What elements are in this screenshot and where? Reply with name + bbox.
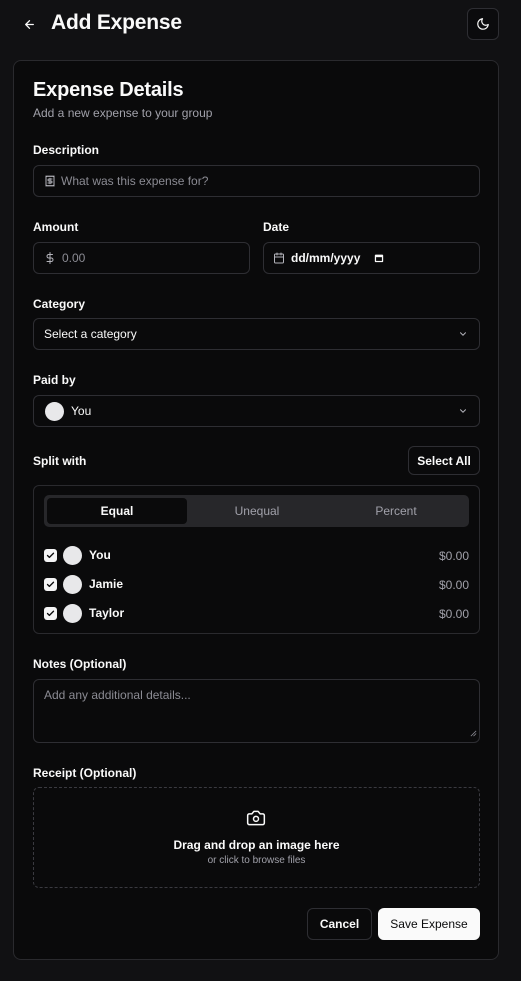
checkbox-you[interactable] xyxy=(44,549,57,562)
check-icon xyxy=(46,610,55,617)
chevron-down-icon xyxy=(458,406,468,416)
avatar xyxy=(63,546,82,565)
camera-icon xyxy=(245,808,267,833)
checkbox-jamie[interactable] xyxy=(44,578,57,591)
card-title: Expense Details xyxy=(33,79,184,101)
tab-percent[interactable]: Percent xyxy=(326,498,466,524)
expense-details-card: Expense Details Add a new expense to you… xyxy=(13,60,499,960)
save-expense-button[interactable]: Save Expense xyxy=(378,908,480,940)
split-tabs: Equal Unequal Percent xyxy=(44,495,469,527)
avatar xyxy=(45,401,64,421)
page-header: Add Expense xyxy=(0,0,521,48)
calendar-icon xyxy=(273,252,285,264)
receipt-label: Receipt (Optional) xyxy=(33,766,137,780)
person-name: Jamie xyxy=(89,577,124,591)
notes-label: Notes (Optional) xyxy=(33,657,127,671)
category-select[interactable]: Select a category xyxy=(33,318,480,350)
person-name: Taylor xyxy=(89,606,125,620)
category-value: Select a category xyxy=(44,327,137,341)
split-panel: Equal Unequal Percent You $0.00 Jamie $0… xyxy=(33,485,480,634)
arrow-left-icon xyxy=(24,19,34,29)
receipt-icon xyxy=(44,175,56,187)
description-input[interactable]: What was this expense for? xyxy=(33,165,480,197)
back-button[interactable] xyxy=(18,13,40,35)
dropzone-title: Drag and drop an image here xyxy=(173,838,340,852)
person-name: You xyxy=(89,548,111,562)
person-amount: $0.00 xyxy=(438,549,469,563)
list-item: Jamie $0.00 xyxy=(44,575,469,595)
card-subtitle: Add a new expense to your group xyxy=(33,106,213,120)
dollar-icon xyxy=(44,252,56,264)
amount-label: Amount xyxy=(33,220,79,234)
amount-placeholder: 0.00 xyxy=(62,251,86,265)
description-placeholder: What was this expense for? xyxy=(61,174,209,188)
moon-icon xyxy=(477,18,489,30)
theme-toggle-button[interactable] xyxy=(467,8,499,40)
notes-placeholder: Add any additional details... xyxy=(44,688,191,702)
receipt-dropzone[interactable]: Drag and drop an image here or click to … xyxy=(33,787,480,888)
check-icon xyxy=(46,552,55,559)
category-label: Category xyxy=(33,297,86,311)
date-label: Date xyxy=(263,220,290,234)
list-item: You $0.00 xyxy=(44,546,469,566)
select-all-button[interactable]: Select All xyxy=(408,446,480,475)
list-item: Taylor $0.00 xyxy=(44,604,469,624)
cancel-button[interactable]: Cancel xyxy=(307,908,372,940)
tab-equal[interactable]: Equal xyxy=(47,498,187,524)
notes-textarea[interactable]: Add any additional details... xyxy=(33,679,480,743)
dropzone-subtitle: or click to browse files xyxy=(207,855,306,866)
paid-by-select[interactable]: You xyxy=(33,395,480,427)
checkbox-taylor[interactable] xyxy=(44,607,57,620)
avatar xyxy=(63,604,82,623)
person-amount: $0.00 xyxy=(438,578,469,592)
avatar xyxy=(63,575,82,594)
tab-unequal[interactable]: Unequal xyxy=(187,498,327,524)
date-placeholder: dd/mm/yyyy xyxy=(291,251,361,265)
chevron-down-icon xyxy=(458,329,468,339)
resize-grip-icon[interactable] xyxy=(470,726,477,740)
paid-by-value: You xyxy=(71,404,92,418)
person-amount: $0.00 xyxy=(438,607,469,621)
paid-by-label: Paid by xyxy=(33,373,76,387)
page-title: Add Expense xyxy=(51,11,182,34)
split-with-label: Split with xyxy=(33,454,87,468)
date-input[interactable]: dd/mm/yyyy xyxy=(263,242,480,274)
check-icon xyxy=(46,581,55,588)
date-picker-icon[interactable] xyxy=(374,253,384,263)
amount-input[interactable]: 0.00 xyxy=(33,242,250,274)
description-label: Description xyxy=(33,143,100,157)
